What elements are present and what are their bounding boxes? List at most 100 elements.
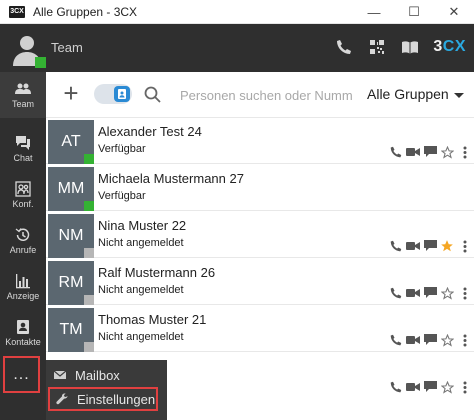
more-vertical-icon[interactable] xyxy=(460,380,470,394)
more-vertical-icon[interactable] xyxy=(460,145,470,159)
conference-icon xyxy=(15,181,31,197)
sidebar-item-label: Chat xyxy=(13,153,33,163)
video-icon[interactable] xyxy=(405,239,421,253)
history-icon xyxy=(15,228,30,241)
sidebar-item-label: Anrufe xyxy=(9,245,37,255)
call-icon[interactable] xyxy=(388,333,404,347)
contact-status: Verfügbar xyxy=(98,143,146,155)
group-select-label: Alle Gruppen xyxy=(367,86,449,102)
contact-name: Michaela Mustermann 27 xyxy=(98,171,244,186)
star-icon[interactable] xyxy=(439,145,455,159)
window-controls: — ☐ ✕ xyxy=(354,0,474,24)
call-icon[interactable] xyxy=(388,239,404,253)
contact-avatar: MM xyxy=(48,167,94,211)
contact-initials: NM xyxy=(58,227,84,244)
contact-status: Nicht angemeldet xyxy=(98,331,184,343)
sidebar-item-label: Konf. xyxy=(12,199,34,209)
contacts-icon xyxy=(17,320,29,334)
sidebar-item-conference[interactable]: Konf. xyxy=(0,172,46,218)
view-toggle[interactable] xyxy=(94,84,132,104)
video-icon[interactable] xyxy=(405,380,421,394)
group-select[interactable]: Alle Gruppen xyxy=(367,86,464,102)
contact-avatar: AT xyxy=(48,120,94,164)
chat-icon[interactable] xyxy=(422,145,438,159)
sidebar-item-team[interactable]: Team xyxy=(0,72,46,118)
star-icon[interactable] xyxy=(439,286,455,300)
video-icon[interactable] xyxy=(405,286,421,300)
contact-initials: RM xyxy=(58,274,84,291)
maximize-button[interactable]: ☐ xyxy=(394,0,434,24)
chevron-down-icon xyxy=(453,92,464,98)
phone-icon[interactable] xyxy=(334,37,354,57)
call-icon[interactable] xyxy=(388,286,404,300)
sidebar-item-label: Anzeige xyxy=(6,291,40,301)
team-icon xyxy=(15,83,31,94)
phonebook-icon[interactable] xyxy=(400,37,420,57)
star-icon[interactable] xyxy=(439,380,455,394)
more-vertical-icon[interactable] xyxy=(460,239,470,253)
sidebar: Team Chat Konf. Anrufe Anzeige Kontakte … xyxy=(0,72,46,420)
menu-item-label: Einstellungen xyxy=(77,391,156,407)
presence-indicator xyxy=(84,248,94,258)
list-item[interactable]: AT Alexander Test 24 Verfügbar xyxy=(46,118,474,164)
contact-avatar: NM xyxy=(48,214,94,258)
add-button[interactable]: + xyxy=(58,80,84,106)
toolbar: + Alle Gruppen xyxy=(46,72,474,118)
star-icon[interactable] xyxy=(439,333,455,347)
sidebar-item-label: Team xyxy=(11,99,34,109)
menu-item-settings[interactable]: Einstellungen xyxy=(48,387,158,411)
call-icon[interactable] xyxy=(388,380,404,394)
contact-name: Ralf Mustermann 26 xyxy=(98,265,216,280)
minimize-button[interactable]: — xyxy=(354,0,394,24)
contact-name: Thomas Muster 21 xyxy=(98,312,207,327)
app-header: Team 3CX xyxy=(0,24,474,72)
mail-icon xyxy=(54,370,66,379)
sidebar-item-reports[interactable]: Anzeige xyxy=(0,264,46,310)
chat-icon[interactable] xyxy=(422,286,438,300)
brand-logo-suffix: CX xyxy=(442,38,466,55)
more-vertical-icon[interactable] xyxy=(460,286,470,300)
contact-actions xyxy=(387,333,470,347)
list-item[interactable]: NM Nina Muster 22 Nicht angemeldet xyxy=(46,212,474,258)
presence-indicator xyxy=(84,295,94,305)
sidebar-item-calls[interactable]: Anrufe xyxy=(0,218,46,264)
sidebar-item-chat[interactable]: Chat xyxy=(0,126,46,172)
contact-avatar: RM xyxy=(48,261,94,305)
call-icon[interactable] xyxy=(388,145,404,159)
search-icon[interactable] xyxy=(143,85,163,105)
chat-icon[interactable] xyxy=(422,333,438,347)
close-button[interactable]: ✕ xyxy=(434,0,474,24)
more-vertical-icon[interactable] xyxy=(460,333,470,347)
contact-initials: TM xyxy=(59,321,83,338)
window-titlebar: 3CX Alle Gruppen - 3CX — ☐ ✕ xyxy=(0,0,474,24)
more-button[interactable]: ... xyxy=(3,356,40,393)
user-avatar[interactable] xyxy=(8,30,46,68)
list-item[interactable]: MM Michaela Mustermann 27 Verfügbar xyxy=(46,165,474,211)
qr-code-icon[interactable] xyxy=(367,37,387,57)
sidebar-item-contacts[interactable]: Kontakte xyxy=(0,310,46,356)
sidebar-item-label: Kontakte xyxy=(5,337,41,347)
header-title: Team xyxy=(51,40,83,55)
star-icon[interactable] xyxy=(439,239,455,253)
contact-name: Alexander Test 24 xyxy=(98,124,202,139)
window-title: Alle Gruppen - 3CX xyxy=(33,4,138,19)
chat-icon[interactable] xyxy=(422,380,438,394)
user-presence-indicator xyxy=(35,57,46,68)
toggle-knob xyxy=(114,86,130,102)
list-item[interactable]: RM Ralf Mustermann 26 Nicht angemeldet xyxy=(46,259,474,305)
app-logo: 3CX xyxy=(9,5,25,18)
wrench-icon xyxy=(56,393,68,405)
menu-item-mailbox[interactable]: Mailbox xyxy=(48,363,163,387)
chart-icon xyxy=(16,274,30,289)
search-input[interactable] xyxy=(180,85,358,105)
contact-name: Nina Muster 22 xyxy=(98,218,187,233)
contact-initials: MM xyxy=(57,180,85,197)
brand-logo: 3CX xyxy=(433,38,466,56)
header-actions: 3CX xyxy=(334,37,466,57)
video-icon[interactable] xyxy=(405,145,421,159)
list-item[interactable]: TM Thomas Muster 21 Nicht angemeldet xyxy=(46,306,474,352)
video-icon[interactable] xyxy=(405,333,421,347)
chat-icon[interactable] xyxy=(422,239,438,253)
chat-icon xyxy=(16,136,30,150)
brand-logo-prefix: 3 xyxy=(433,38,443,55)
